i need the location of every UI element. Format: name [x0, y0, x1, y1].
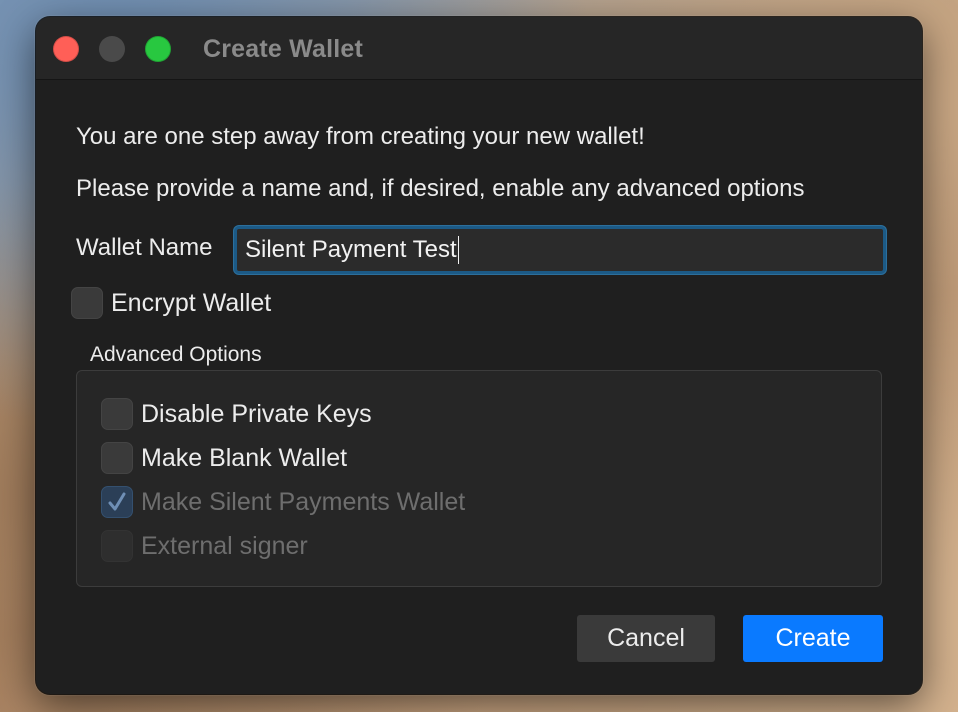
instruction-text: Please provide a name and, if desired, e… [76, 175, 805, 202]
cancel-button[interactable]: Cancel [577, 615, 715, 662]
make-silent-payments-wallet-label: Make Silent Payments Wallet [141, 488, 466, 516]
checkmark-icon [108, 492, 126, 511]
make-blank-wallet-checkbox[interactable] [101, 442, 133, 474]
wallet-name-label: Wallet Name [76, 234, 213, 261]
zoom-window-button[interactable] [145, 36, 171, 62]
external-signer-label: External signer [141, 532, 308, 560]
external-signer-checkbox [101, 530, 133, 562]
intro-text: You are one step away from creating your… [76, 123, 645, 150]
advanced-options-title: Advanced Options [90, 343, 262, 366]
wallet-name-value: Silent Payment Test [245, 236, 457, 263]
encrypt-wallet-label[interactable]: Encrypt Wallet [111, 289, 271, 318]
create-wallet-dialog: Create Wallet You are one step away from… [36, 17, 922, 694]
close-window-button[interactable] [53, 36, 79, 62]
make-silent-payments-wallet-checkbox [101, 486, 133, 518]
window-title: Create Wallet [203, 35, 364, 63]
text-caret [457, 236, 460, 264]
title-bar: Create Wallet [36, 17, 922, 80]
encrypt-wallet-checkbox[interactable] [71, 287, 103, 319]
wallet-name-input[interactable]: Silent Payment Test [234, 226, 886, 274]
disable-private-keys-checkbox[interactable] [101, 398, 133, 430]
disable-private-keys-label[interactable]: Disable Private Keys [141, 400, 372, 429]
create-button[interactable]: Create [743, 615, 883, 662]
make-blank-wallet-label[interactable]: Make Blank Wallet [141, 444, 347, 473]
minimize-window-button[interactable] [99, 36, 125, 62]
